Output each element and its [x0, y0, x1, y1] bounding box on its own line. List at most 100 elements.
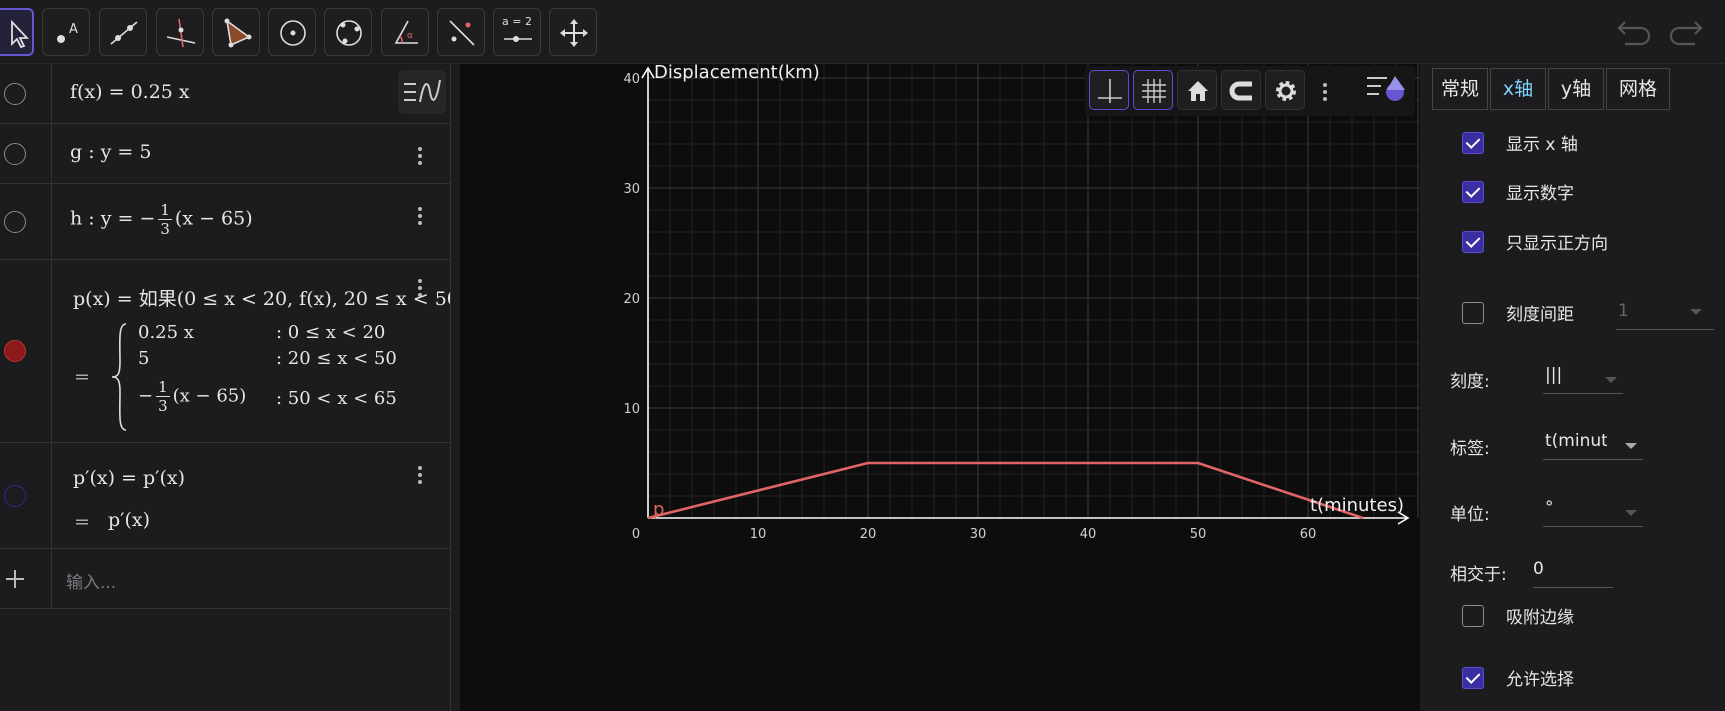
y-axis-label: Displacement(km)	[654, 62, 820, 83]
plus-icon[interactable]	[4, 568, 26, 590]
algebra-row-p[interactable]: p(x) = 如果(0 ≤ x < 20, f(x), 20 ≤ x < 50 …	[0, 260, 450, 443]
algebra-input-row[interactable]: 输入...	[0, 549, 450, 609]
ticks-label: 刻度:	[1450, 372, 1490, 392]
tab-grid[interactable]: 网格	[1606, 68, 1670, 110]
point-capturing-button[interactable]	[1221, 70, 1261, 110]
polygon-tool-button[interactable]	[212, 8, 260, 56]
visibility-toggle-pprime[interactable]	[4, 485, 26, 507]
redo-button[interactable]	[1665, 14, 1705, 50]
style-bar-icon	[1367, 76, 1405, 101]
tab-x-axis[interactable]: x轴	[1490, 68, 1546, 110]
graph-canvas[interactable]: 0 10 20 30 40 50 60 10 20 30 40	[460, 64, 1420, 711]
properties-panel: 常规 x轴 y轴 网格 显示 x 轴 显示数字 只显示正方向 刻度间距 1 刻度…	[1430, 64, 1725, 711]
row-marker	[0, 64, 52, 123]
algebra-row-g[interactable]: g : y = 5	[0, 124, 450, 184]
point-icon: A	[57, 22, 78, 43]
standard-view-button[interactable]	[1177, 70, 1217, 110]
case-1-cond: : 0 ≤ x < 20	[276, 322, 386, 343]
circle-tool-button[interactable]	[268, 8, 316, 56]
undo-button[interactable]	[1615, 14, 1655, 50]
visibility-toggle-f[interactable]	[4, 83, 26, 105]
expression-h[interactable]: h : y = −1 3 (x − 65)	[70, 201, 253, 238]
more-options-icon[interactable]	[418, 204, 424, 228]
show-x-axis-checkbox[interactable]	[1462, 132, 1484, 154]
show-numbers-checkbox[interactable]	[1462, 181, 1484, 203]
more-options-icon[interactable]	[1323, 80, 1329, 104]
home-icon	[1188, 81, 1208, 101]
move-graphics-view-icon	[560, 19, 588, 47]
positive-direction-only-checkbox[interactable]	[1462, 231, 1484, 253]
axis-label-value: t(minutes)	[1545, 431, 1607, 451]
perpendicular-tool-button[interactable]	[156, 8, 204, 56]
graphics-settings-button[interactable]	[1265, 70, 1305, 110]
p-equals: =	[74, 366, 90, 388]
expression-pprime-definition[interactable]: p′(x) = p′(x)	[73, 467, 185, 489]
h-fraction: 13	[158, 201, 172, 238]
pprime-value: p′(x)	[108, 509, 151, 531]
move-graphics-view-tool-button[interactable]	[549, 8, 597, 56]
more-options-icon[interactable]	[418, 463, 424, 487]
algebra-input-field[interactable]: 输入...	[66, 568, 116, 593]
algebra-row-f[interactable]: f(x) = 0.25 x	[0, 64, 450, 124]
unit-label: 单位:	[1450, 505, 1490, 525]
tick-distance-checkbox[interactable]	[1462, 302, 1484, 324]
h-den: 3	[160, 220, 170, 238]
move-tool-button[interactable]	[0, 8, 34, 56]
x-tick-label: 60	[1300, 527, 1317, 542]
y-tick-label: 20	[623, 292, 640, 307]
tick-distance-label: 刻度间距	[1506, 305, 1574, 325]
snap-to-edge-checkbox[interactable]	[1462, 605, 1484, 627]
visibility-toggle-g[interactable]	[4, 143, 26, 165]
y-tick-label: 30	[623, 182, 640, 197]
polygon-icon	[224, 18, 252, 48]
row-marker	[0, 260, 52, 442]
ticks-select[interactable]: |||	[1543, 356, 1623, 394]
algebra-row-h[interactable]: h : y = −1 3 (x − 65)	[0, 184, 450, 260]
reflect-line-icon	[449, 20, 475, 46]
case-2-cond: : 20 ≤ x < 50	[276, 348, 397, 369]
allow-selection-checkbox[interactable]	[1462, 667, 1484, 689]
tab-y-axis[interactable]: y轴	[1548, 68, 1604, 110]
line-tool-button[interactable]	[99, 8, 147, 56]
reflect-tool-button[interactable]	[437, 8, 485, 56]
visibility-toggle-p[interactable]	[4, 340, 26, 362]
grid-icon	[1142, 79, 1166, 103]
case-2-expr: 5	[138, 348, 150, 369]
algebra-view-settings-button[interactable]	[398, 70, 446, 114]
expression-p-definition[interactable]: p(x) = 如果(0 ≤ x < 20, f(x), 20 ≤ x < 50	[73, 284, 450, 311]
magnet-icon	[1229, 81, 1252, 101]
y-tick-label: 40	[623, 72, 640, 87]
row-marker	[0, 124, 52, 183]
algebra-row-pprime[interactable]: p′(x) = p′(x) = p′(x)	[0, 443, 450, 549]
circle-three-points-tool-button[interactable]	[324, 8, 372, 56]
toggle-style-bar-button[interactable]	[1365, 70, 1411, 110]
visibility-toggle-h[interactable]	[4, 211, 26, 233]
undo-icon	[1617, 21, 1651, 46]
expression-g[interactable]: g : y = 5	[70, 141, 151, 163]
point-tool-button[interactable]: A	[42, 8, 90, 56]
algebra-view: f(x) = 0.25 x g : y = 5 h : y = −1 3 (x − …	[0, 64, 451, 711]
toolbar: A α a = 2	[0, 0, 1725, 64]
unit-select[interactable]: °	[1543, 489, 1643, 527]
x-tick-label: 30	[970, 527, 987, 542]
svg-text:A: A	[69, 22, 78, 37]
axis-label-label: 标签:	[1450, 439, 1490, 459]
show-axes-button[interactable]	[1089, 70, 1129, 110]
graphics-view[interactable]: 0 10 20 30 40 50 60 10 20 30 40 Displacement(km) t…	[460, 62, 1420, 711]
case-3-den: 3	[158, 397, 168, 415]
slider-tool-label: a = 2	[502, 15, 532, 28]
point-label-p: p	[653, 499, 665, 520]
algebra-description-icon	[404, 79, 441, 103]
more-options-icon[interactable]	[418, 144, 424, 168]
axis-label-caret-icon	[1625, 443, 1637, 449]
unit-caret-icon	[1625, 510, 1637, 516]
axis-label-select[interactable]: t(minutes)	[1543, 422, 1643, 460]
slider-tool-button[interactable]: a = 2	[493, 8, 541, 56]
more-options-icon[interactable]	[418, 276, 424, 300]
expression-f[interactable]: f(x) = 0.25 x	[70, 81, 190, 103]
tab-general[interactable]: 常规	[1432, 68, 1488, 110]
ticks-caret-icon	[1605, 377, 1617, 383]
angle-tool-button[interactable]: α	[381, 8, 429, 56]
crossing-input[interactable]: 0	[1533, 550, 1613, 588]
show-grid-button[interactable]	[1133, 70, 1173, 110]
